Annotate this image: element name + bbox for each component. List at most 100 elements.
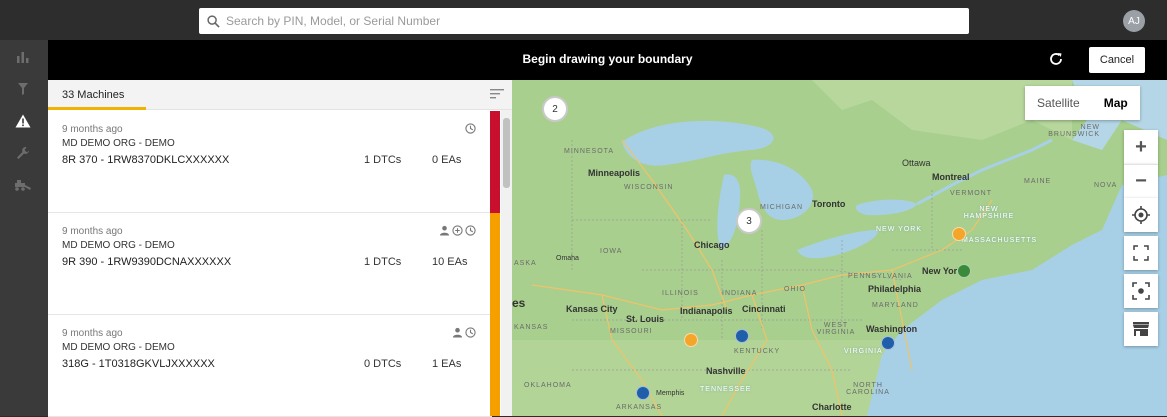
- map-label: St. Louis: [626, 314, 664, 324]
- map-label: Washington: [866, 324, 918, 334]
- machine-marker[interactable]: [684, 333, 698, 347]
- map-label: MASSACHUSETTS: [962, 237, 1038, 244]
- last-report-time: 9 months ago: [62, 124, 123, 135]
- map-label: Indianapolis: [680, 306, 733, 316]
- map-label: ILLINOIS: [662, 290, 699, 297]
- status-color-bar: [490, 315, 500, 416]
- map-label: VERMONT: [950, 190, 992, 197]
- refresh-icon[interactable]: [1048, 51, 1066, 69]
- list-item[interactable]: 9 months ago MD DEMO ORG - DEMO 9R 390 -…: [48, 213, 492, 315]
- map-label: Chicago: [694, 240, 730, 250]
- fullscreen-button[interactable]: [1124, 236, 1158, 270]
- map-label: Kansas City: [566, 304, 618, 314]
- list-item[interactable]: 9 months ago MD DEMO ORG - DEMO 8R 370 -…: [48, 111, 492, 213]
- expand-icon: [1133, 245, 1149, 261]
- crosshair-icon: [1132, 206, 1150, 224]
- map-label: TENNESSEE: [700, 386, 752, 393]
- map-cluster-marker[interactable]: 2: [542, 96, 568, 122]
- machine-marker[interactable]: [881, 336, 895, 350]
- map-label: OHIO: [784, 286, 806, 293]
- search-input[interactable]: [226, 14, 926, 28]
- dealer-button[interactable]: [1124, 312, 1158, 346]
- map-label: Memphis: [656, 390, 685, 397]
- map-label: Minneapolis: [588, 168, 641, 178]
- alert-icon[interactable]: [12, 110, 34, 132]
- machine-marker[interactable]: [735, 329, 749, 343]
- scrollbar-thumb[interactable]: [503, 118, 510, 188]
- machine-marker[interactable]: [957, 264, 971, 278]
- list-item[interactable]: 9 months ago MD DEMO ORG - DEMO 318G - 1…: [48, 315, 492, 417]
- focus-button[interactable]: [1124, 274, 1158, 308]
- active-tab-underline: [48, 107, 146, 110]
- map-label: Charlotte: [812, 402, 852, 412]
- machine-list-panel: 33 Machines 9 months ago MD DEMO ORG - D…: [48, 80, 512, 417]
- ea-count: 1 EAs: [432, 358, 462, 370]
- map-label: NEW HAMPSHIRE: [963, 206, 1015, 220]
- map-label: Omaha: [556, 255, 579, 262]
- focus-icon: [1132, 282, 1150, 300]
- org-name: MD DEMO ORG - DEMO: [62, 138, 175, 149]
- clock-icon: [465, 123, 476, 134]
- bar-chart-icon[interactable]: [12, 46, 34, 68]
- status-color-bar: [490, 213, 500, 315]
- map-label: Toronto: [812, 199, 846, 209]
- clock-icon: [465, 225, 476, 236]
- search-icon: [207, 14, 220, 28]
- person-icon: [452, 327, 463, 338]
- map-label: ASKA: [514, 260, 537, 267]
- cancel-button[interactable]: Cancel: [1089, 47, 1145, 73]
- ea-count: 10 EAs: [432, 256, 468, 268]
- person-icon: [439, 225, 450, 236]
- map-label: NORTH CAROLINA: [846, 382, 890, 396]
- list-header: 33 Machines: [48, 80, 512, 110]
- sort-icon[interactable]: [490, 87, 504, 105]
- machine-count: 33 Machines: [62, 89, 125, 101]
- plus-circle-icon: [452, 225, 463, 236]
- map-label: KANSAS: [514, 324, 549, 331]
- wrench-icon[interactable]: [12, 142, 34, 164]
- map-label: KENTUCKY: [734, 348, 781, 355]
- zoom-out-button[interactable]: −: [1124, 164, 1158, 198]
- map-label: Nashville: [706, 366, 746, 376]
- status-icons: [465, 123, 476, 134]
- map-label: VIRGINIA: [844, 348, 883, 355]
- map-label: MICHIGAN: [760, 204, 803, 211]
- search-box[interactable]: [199, 8, 969, 34]
- top-bar: AJ: [0, 0, 1167, 40]
- map-label: OKLAHOMA: [524, 382, 572, 389]
- list-scrollbar[interactable]: [501, 110, 512, 416]
- map-label: INDIANA: [722, 290, 758, 297]
- org-name: MD DEMO ORG - DEMO: [62, 240, 175, 251]
- dtc-count: 1 DTCs: [364, 256, 402, 268]
- map-label: Cincinnati: [742, 304, 786, 314]
- dtc-count: 1 DTCs: [364, 154, 402, 166]
- machine-icon[interactable]: [12, 174, 34, 196]
- status-icons: [439, 225, 476, 236]
- map-type-toggle: Satellite Map: [1025, 86, 1140, 120]
- dtc-count: 0 DTCs: [364, 358, 402, 370]
- map-label: Philadelphia: [868, 284, 922, 294]
- filter-icon[interactable]: [12, 78, 34, 100]
- zoom-in-button[interactable]: +: [1124, 130, 1158, 164]
- map-label: MAINE: [1024, 178, 1052, 185]
- map-label: ARKANSAS: [616, 404, 663, 411]
- map-cluster-marker[interactable]: 3: [736, 208, 762, 234]
- machine-marker[interactable]: [636, 386, 650, 400]
- user-avatar[interactable]: AJ: [1123, 10, 1145, 32]
- map-label: NEW YORK: [876, 226, 922, 233]
- map-label: WEST VIRGINIA: [816, 322, 856, 336]
- map-label: Montreal: [932, 172, 970, 182]
- status-color-bar: [490, 111, 500, 213]
- my-location-button[interactable]: [1124, 198, 1158, 232]
- machine-marker[interactable]: [952, 227, 966, 241]
- machine-name: 318G - 1T0318GKVLJXXXXXX: [62, 358, 215, 370]
- map-label: IOWA: [600, 248, 623, 255]
- last-report-time: 9 months ago: [62, 226, 123, 237]
- map-view[interactable]: MINNESOTA Minneapolis WISCONSIN MICHIGAN…: [512, 80, 1167, 416]
- map-label: WISCONSIN: [624, 184, 674, 191]
- satellite-button[interactable]: Satellite: [1025, 86, 1092, 120]
- clock-icon: [465, 327, 476, 338]
- map-label: Ottawa: [902, 158, 931, 168]
- map-label: NOVA: [1094, 182, 1118, 189]
- map-button[interactable]: Map: [1091, 86, 1140, 120]
